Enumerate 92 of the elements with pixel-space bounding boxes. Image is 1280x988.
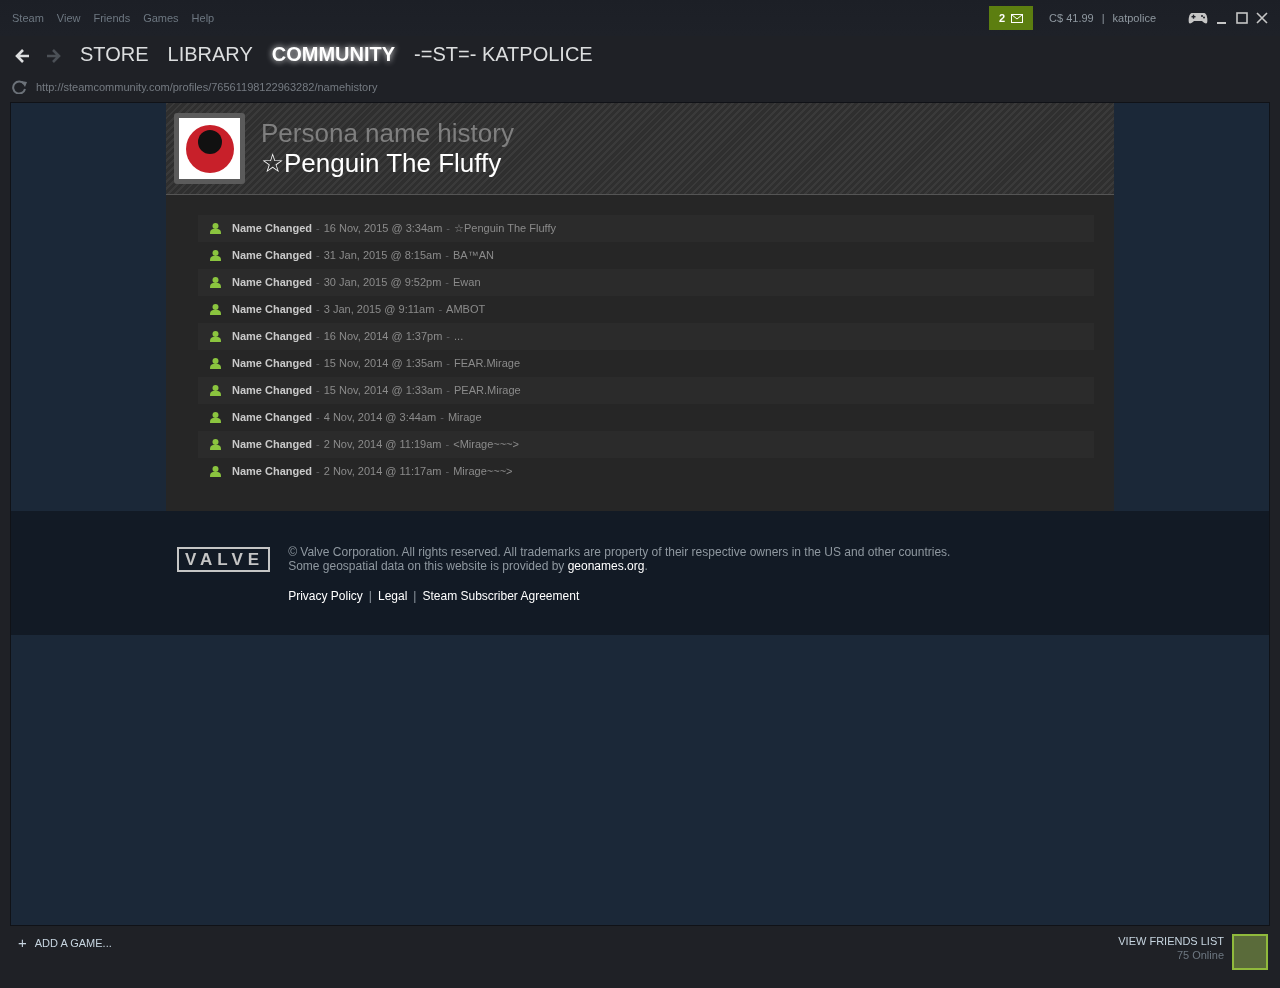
change-label: Name Changed: [232, 221, 313, 237]
separator: -: [445, 248, 449, 264]
gamepad-icon[interactable]: [1188, 12, 1208, 24]
envelope-icon: [1011, 13, 1024, 23]
online-count: 75 Online: [1175, 948, 1224, 962]
previous-name: ...: [454, 329, 464, 345]
previous-name: <Mirage~~~>: [453, 437, 519, 453]
separator: |: [1101, 10, 1105, 26]
close-icon[interactable]: [1256, 12, 1268, 24]
separator: -: [445, 275, 449, 291]
nav-tab[interactable]: -=ST=- KATPOLICE: [414, 39, 593, 69]
url-text: http://steamcommunity.com/profiles/76561198122963282/namehistory: [36, 79, 378, 95]
footer-link[interactable]: Privacy Policy: [288, 587, 363, 605]
change-label: Name Changed: [232, 329, 313, 345]
person-icon: [210, 439, 221, 450]
previous-name: Mirage~~~>: [453, 464, 513, 480]
change-date: 30 Jan, 2015 @ 9:52pm: [323, 275, 442, 291]
separator: -: [316, 221, 320, 237]
separator: -: [316, 248, 320, 264]
persona-name: ☆Penguin The Fluffy: [261, 148, 503, 179]
add-game-button[interactable]: + ADD A GAME...: [18, 934, 112, 952]
nav-tab[interactable]: STORE: [80, 39, 149, 69]
change-label: Name Changed: [232, 437, 313, 453]
separator: -: [316, 464, 320, 480]
person-icon: [210, 412, 221, 423]
separator: -: [316, 275, 320, 291]
menu-item[interactable]: View: [56, 9, 81, 27]
separator: -: [316, 329, 320, 345]
previous-name: Mirage: [447, 410, 482, 426]
change-date: 2 Nov, 2014 @ 11:19am: [323, 437, 442, 453]
separator: -: [445, 437, 450, 453]
separator: -: [440, 410, 444, 426]
person-icon: [210, 304, 221, 315]
change-label: Name Changed: [232, 356, 313, 372]
person-icon: [210, 223, 221, 234]
person-icon: [210, 331, 221, 342]
refresh-icon[interactable]: [12, 80, 28, 94]
change-date: 15 Nov, 2014 @ 1:35am: [323, 356, 443, 372]
friends-list-button[interactable]: VIEW FRIENDS LIST: [1118, 934, 1224, 948]
separator: -: [316, 356, 320, 372]
previous-name: PEAR.Mirage: [454, 383, 521, 399]
previous-name: AMBOT: [446, 302, 486, 318]
menu-item[interactable]: Steam: [12, 9, 44, 27]
separator: |: [368, 588, 372, 605]
separator: -: [446, 383, 450, 399]
change-label: Name Changed: [232, 302, 313, 318]
copyright-notice: © Valve Corporation. All rights reserved. All trademarks are property of their respective owners in the US and other countries. Some geospatial data on this website is provided by geonames.org.: [288, 545, 951, 573]
menu-item[interactable]: Games: [143, 9, 179, 27]
separator: -: [446, 221, 450, 237]
valve-logo: VALVE: [177, 547, 271, 572]
maximize-icon[interactable]: [1236, 12, 1248, 24]
separator: -: [316, 437, 320, 453]
change-date: 16 Nov, 2015 @ 3:34am: [323, 221, 443, 237]
change-date: 4 Nov, 2014 @ 3:44am: [323, 410, 437, 426]
previous-name: Ewan: [453, 275, 481, 291]
separator: -: [438, 302, 443, 318]
change-label: Name Changed: [232, 410, 313, 426]
change-label: Name Changed: [232, 275, 313, 291]
wallet-balance: C$ 41.99: [1049, 10, 1094, 26]
page-title: Persona name history: [261, 118, 514, 149]
person-icon: [210, 358, 221, 369]
change-label: Name Changed: [232, 464, 313, 480]
footer-link[interactable]: Steam Subscriber Agreement: [422, 587, 580, 605]
menu-item[interactable]: Help: [191, 9, 215, 27]
change-label: Name Changed: [232, 383, 313, 399]
separator: -: [445, 464, 450, 480]
change-label: Name Changed: [232, 248, 313, 264]
separator: -: [446, 329, 450, 345]
change-date: 15 Nov, 2014 @ 1:33am: [323, 383, 443, 399]
notification-button[interactable]: 2: [988, 6, 1034, 30]
separator: -: [316, 383, 320, 399]
user-avatar[interactable]: [1232, 934, 1268, 970]
change-date: 16 Nov, 2014 @ 1:37pm: [323, 329, 443, 345]
person-icon: [210, 385, 221, 396]
separator: |: [413, 588, 417, 605]
previous-name: ☆Penguin The Fluffy: [454, 221, 556, 237]
separator: -: [316, 302, 320, 318]
change-date: 31 Jan, 2015 @ 8:15am: [323, 248, 442, 264]
nav-tab[interactable]: LIBRARY: [167, 39, 253, 69]
previous-name: BA™AN: [453, 248, 494, 264]
change-date: 3 Jan, 2015 @ 9:11am: [323, 302, 435, 318]
menu-item[interactable]: Friends: [93, 9, 131, 27]
change-date: 2 Nov, 2014 @ 11:17am: [323, 464, 442, 480]
person-icon: [210, 277, 221, 288]
username[interactable]: katpolice: [1112, 9, 1156, 27]
footer-link[interactable]: Legal: [377, 587, 408, 605]
separator: -: [446, 356, 450, 372]
separator: -: [316, 410, 320, 426]
person-icon: [210, 466, 221, 477]
nav-tab[interactable]: COMMUNITY: [271, 39, 396, 69]
person-icon: [210, 250, 221, 261]
previous-name: FEAR.Mirage: [454, 356, 521, 372]
